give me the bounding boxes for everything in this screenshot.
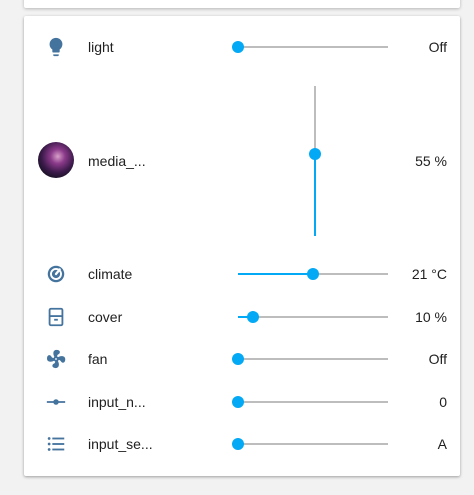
entities-card: light Off media_... 55 % climate 21 °C c… <box>24 16 460 476</box>
fan-icon[interactable] <box>37 340 75 378</box>
media-volume-slider[interactable] <box>307 86 323 236</box>
entity-row-climate: climate 21 °C <box>24 255 460 293</box>
thermostat-icon[interactable] <box>37 255 75 293</box>
format-list-bulleted-icon[interactable] <box>37 425 75 463</box>
climate-temperature-slider[interactable] <box>238 266 388 282</box>
media-player-avatar[interactable] <box>37 141 75 179</box>
entity-row-input-select: input_se... A <box>24 425 460 463</box>
cover-position-slider[interactable] <box>238 309 388 325</box>
input-number-slider[interactable] <box>232 394 388 410</box>
entity-state: Off <box>428 351 447 367</box>
entity-name: input_n... <box>88 394 146 410</box>
input-select-slider[interactable] <box>232 436 388 452</box>
entity-row-media-player: media_... 55 % <box>24 16 460 256</box>
entity-name: climate <box>88 266 133 282</box>
ray-vertex-icon[interactable] <box>37 383 75 421</box>
entity-name: input_se... <box>88 436 153 452</box>
window-shutter-icon[interactable] <box>37 298 75 336</box>
entity-state: A <box>437 436 447 452</box>
entity-name: cover <box>88 309 123 325</box>
entity-row-input-number: input_n... 0 <box>24 383 460 421</box>
entity-name: fan <box>88 351 108 367</box>
fan-speed-slider[interactable] <box>232 351 388 367</box>
entity-state: 21 °C <box>411 266 447 282</box>
entity-state: 10 % <box>415 309 447 325</box>
entity-state: 0 <box>439 394 447 410</box>
entity-row-cover: cover 10 % <box>24 298 460 336</box>
entity-state: 55 % <box>415 153 447 169</box>
previous-card <box>24 0 460 8</box>
entity-row-fan: fan Off <box>24 340 460 378</box>
entity-name: media_... <box>88 153 146 169</box>
